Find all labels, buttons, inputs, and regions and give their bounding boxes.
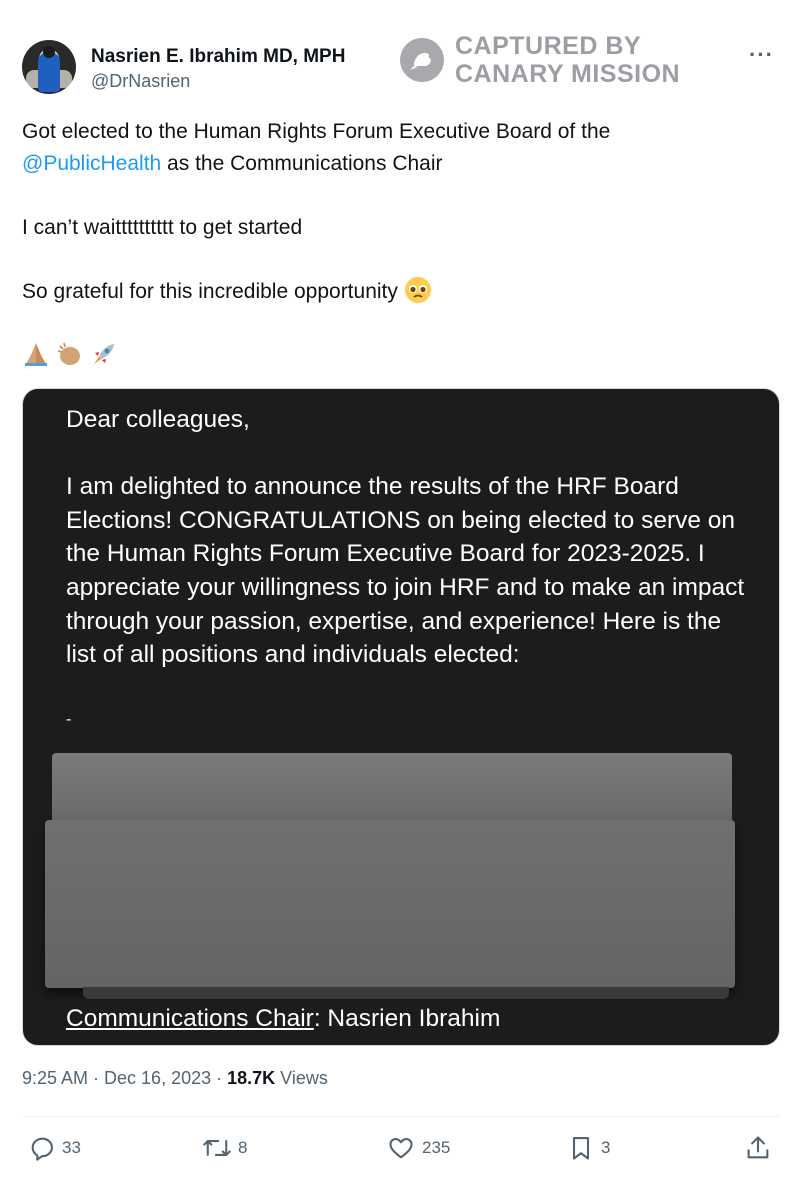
position-label: Communications Chair bbox=[66, 1005, 314, 1032]
divider bbox=[22, 1116, 780, 1117]
bookmark-button[interactable]: 3 bbox=[567, 1130, 610, 1166]
bookmark-count: 3 bbox=[601, 1138, 611, 1157]
views-count: 18.7K bbox=[227, 1068, 276, 1088]
position-line: Communications Chair: Nasrien Ibrahim bbox=[66, 1005, 500, 1033]
email-body: I am delighted to announce the results o… bbox=[66, 473, 745, 669]
like-count: 235 bbox=[422, 1138, 451, 1157]
reply-count: 33 bbox=[62, 1138, 81, 1157]
repost-button[interactable]: 8 bbox=[202, 1130, 247, 1166]
share-button[interactable] bbox=[744, 1130, 778, 1166]
repost-count: 8 bbox=[238, 1138, 248, 1157]
tweet-meta: 9:25 AM · Dec 16, 2023 · 18.7K Views bbox=[22, 1068, 328, 1089]
tweet-text-line1: Got elected to the Human Rights Forum Ex… bbox=[22, 120, 611, 175]
action-bar: 33 8 235 3 bbox=[22, 1130, 780, 1166]
canary-logo-icon bbox=[400, 38, 444, 82]
tweet-emoji-line bbox=[22, 340, 782, 372]
author-handle[interactable]: @DrNasrien bbox=[91, 71, 190, 92]
media-image[interactable]: Dear colleagues, I am delighted to annou… bbox=[22, 388, 780, 1046]
like-button[interactable]: 235 bbox=[386, 1130, 450, 1166]
bookmark-icon bbox=[572, 1137, 590, 1160]
mention-link[interactable]: @PublicHealth bbox=[22, 152, 161, 175]
heart-icon bbox=[389, 1137, 413, 1159]
author-name[interactable]: Nasrien E. Ibrahim MD, MPH bbox=[91, 46, 345, 68]
clapping-hands-emoji bbox=[57, 342, 80, 365]
reply-icon bbox=[31, 1137, 53, 1161]
tweet-text-line3: So grateful for this incredible opportun… bbox=[22, 276, 782, 308]
redaction-block bbox=[52, 753, 732, 823]
avatar[interactable] bbox=[22, 40, 76, 94]
redaction-block bbox=[45, 820, 735, 988]
tweet-text-line2: I can’t waitttttttttt to get started bbox=[22, 216, 303, 239]
reply-button[interactable]: 33 bbox=[28, 1130, 81, 1166]
watermark-line2: CANARY MISSION bbox=[455, 60, 681, 88]
email-dash: - bbox=[66, 711, 72, 728]
views-label: Views bbox=[275, 1068, 328, 1088]
watermark-line1: CAPTURED BY bbox=[455, 32, 642, 60]
tweet-body: Got elected to the Human Rights Forum Ex… bbox=[22, 116, 782, 372]
repost-icon bbox=[203, 1140, 231, 1156]
position-value: : Nasrien Ibrahim bbox=[313, 1005, 501, 1032]
timestamp[interactable]: 9:25 AM · Dec 16, 2023 · bbox=[22, 1068, 227, 1088]
folded-hands-emoji bbox=[25, 343, 47, 366]
share-icon bbox=[747, 1136, 769, 1159]
pleading-face-emoji bbox=[404, 277, 431, 303]
more-options-icon[interactable]: ··· bbox=[749, 42, 774, 68]
redaction-shadow bbox=[83, 987, 729, 999]
watermark: CAPTURED BY CANARY MISSION bbox=[400, 32, 700, 88]
rocket-emoji bbox=[93, 344, 114, 364]
email-greeting: Dear colleagues, bbox=[66, 406, 250, 433]
